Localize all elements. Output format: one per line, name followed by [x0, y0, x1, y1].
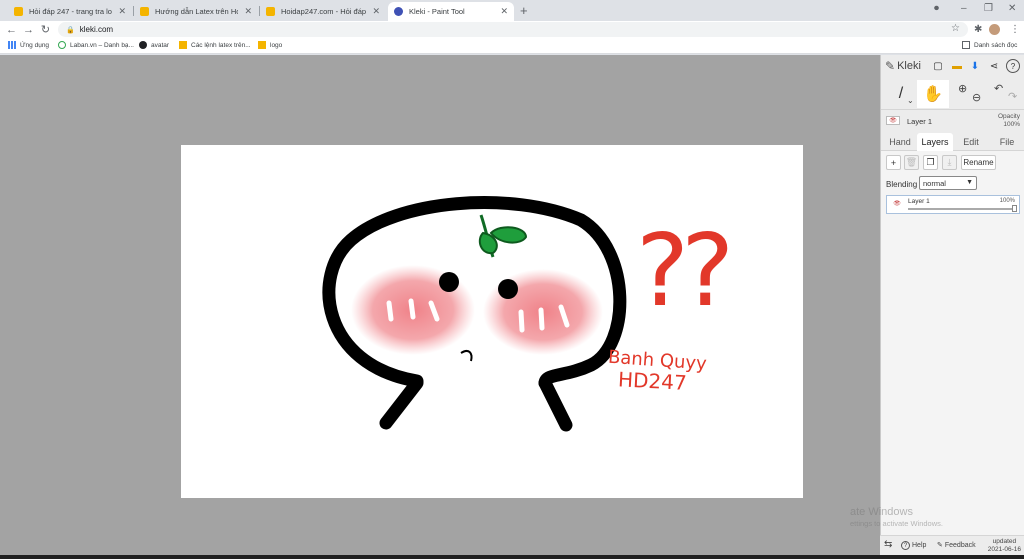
ball-icon — [139, 41, 147, 49]
tab-strip: Hỏi đáp 247 - trang tra loi ✕ Hướng dẫn … — [0, 0, 1024, 21]
url-text: kleki.com — [79, 25, 114, 34]
record-icon[interactable]: ⏺ — [934, 3, 939, 14]
help-icon[interactable]: ? — [1006, 59, 1020, 73]
bookmark-latex[interactable]: Các lệnh latex trên... — [179, 41, 251, 49]
leaf — [478, 214, 528, 258]
rename-button[interactable]: Rename — [961, 155, 996, 170]
panel-tabs: Hand Layers Edit File — [881, 130, 1024, 151]
close-icon[interactable]: ✕ — [118, 6, 126, 17]
tab-hand[interactable]: Hand — [885, 133, 915, 151]
right-eye — [498, 279, 518, 299]
reading-list[interactable]: Danh sách đọc — [962, 41, 1017, 49]
back-arrow-icon[interactable]: ← — [3, 24, 20, 36]
updated-info: updated 2021-06-16 — [987, 538, 1021, 553]
layer-visibility-eye-icon[interactable]: 👁 — [886, 116, 900, 125]
address-bar[interactable]: 🔒 kleki.com ☆ — [58, 22, 968, 37]
avatar — [989, 24, 1000, 35]
reading-list-icon — [962, 41, 970, 49]
browser-tab-1[interactable]: Hỏi đáp 247 - trang tra loi ✕ — [8, 2, 132, 21]
windows-activation-watermark: ate Windows ettings to activate Windows. — [850, 506, 943, 528]
maximize-icon[interactable]: ❐ — [984, 3, 993, 14]
question-marks: ?? — [636, 212, 728, 329]
profile-avatar[interactable] — [989, 21, 1000, 38]
layer-list-item[interactable]: 👁 Layer 1 100% — [886, 195, 1020, 214]
brush-dropdown-chevron-icon[interactable]: ⌄ — [907, 96, 914, 105]
layer-opacity-slider-handle[interactable] — [1012, 205, 1017, 212]
bookmarks-bar: Ứng dụng Laban.vn – Danh bạ... avatar Cá… — [0, 38, 1024, 54]
close-icon[interactable]: ✕ — [500, 6, 508, 17]
browser-tab-2[interactable]: Hướng dẫn Latex trên Hoidap24 ✕ — [134, 2, 258, 21]
more-menu-icon[interactable]: ⋮ — [1010, 21, 1020, 38]
tool-row: / ⌄ ✋ ⊕ ⊖ ↶ ↷ — [881, 78, 1024, 110]
opacity-readout: Opacity 100% — [997, 113, 1020, 128]
kleki-logo-icon: ✎ — [885, 59, 896, 73]
share-icon[interactable]: ⋖ — [987, 59, 1001, 73]
signature-line-2: HD247 — [618, 367, 688, 395]
layers-tab-content: + 🗑 ❐ ⤓ Rename Blending normal ▼ 👁 Layer… — [881, 151, 1024, 555]
hand-tool-icon[interactable]: ✋ — [917, 80, 949, 108]
bookmark-avatar[interactable]: avatar — [139, 41, 169, 49]
zoom-in-icon[interactable]: ⊕ — [958, 82, 967, 95]
bookmark-apps[interactable]: Ứng dụng — [8, 41, 49, 49]
drawing-strokes: ?? Banh Quyy HD247 — [322, 196, 736, 432]
close-icon[interactable]: ✕ — [244, 6, 252, 17]
help-link[interactable]: ? Help — [901, 541, 926, 550]
undo-icon[interactable]: ↶ — [994, 82, 1003, 95]
new-image-icon[interactable]: ▢ — [931, 59, 945, 73]
blending-label: Blending — [886, 180, 918, 189]
bookmark-star-icon[interactable]: ☆ — [951, 23, 960, 34]
left-leg — [379, 376, 424, 430]
duplicate-layer-icon[interactable]: ❐ — [923, 155, 938, 170]
reload-icon[interactable]: ↻ — [37, 23, 54, 36]
delete-layer-trash-icon[interactable]: 🗑 — [904, 155, 919, 170]
zoom-out-icon[interactable]: ⊖ — [972, 91, 981, 104]
tab-layers[interactable]: Layers — [917, 133, 953, 151]
hoidap-favicon-icon — [266, 7, 275, 16]
download-icon[interactable]: ⬇ — [968, 59, 982, 73]
feedback-link[interactable]: ✎ Feedback — [937, 541, 976, 550]
save-folder-icon[interactable]: ▬ — [950, 59, 964, 73]
pencil-icon: ✎ — [937, 542, 943, 549]
close-icon[interactable]: ✕ — [372, 6, 380, 17]
kleki-side-panel: ✎ Kleki ▢ ▬ ⬇ ⋖ ? / ⌄ ✋ ⊕ ⊖ ↶ ↷ 👁 Layer … — [880, 55, 1024, 555]
chevron-down-icon: ▼ — [966, 179, 973, 186]
drawing-canvas[interactable]: ?? Banh Quyy HD247 — [181, 145, 803, 498]
browser-tab-4-active[interactable]: Kleki - Paint Tool ✕ — [388, 2, 514, 21]
blending-select[interactable]: normal ▼ — [919, 176, 977, 190]
kleki-favicon-icon — [394, 7, 403, 16]
layer-visibility-eye-icon[interactable]: 👁 — [890, 200, 904, 209]
canvas-workspace[interactable]: ?? Banh Quyy HD247 — [0, 55, 880, 555]
bookmark-logo[interactable]: logo — [258, 41, 282, 49]
merge-layer-icon[interactable]: ⤓ — [942, 155, 957, 170]
extensions-puzzle-icon[interactable]: ✱ — [974, 21, 982, 38]
apps-grid-icon — [8, 41, 16, 49]
current-layer-header: 👁 Layer 1 Opacity 100% — [881, 112, 1024, 130]
bookmark-laban[interactable]: Laban.vn – Danh bạ... — [58, 41, 134, 49]
hoidap-favicon-icon — [14, 7, 23, 16]
tab-file[interactable]: File — [993, 133, 1021, 151]
left-eye — [439, 272, 459, 292]
right-leg — [538, 376, 573, 432]
redo-icon[interactable]: ↷ — [1008, 90, 1017, 103]
forward-arrow-icon[interactable]: → — [20, 24, 37, 36]
new-tab-button[interactable]: + — [520, 3, 528, 18]
panel-footer: ⇆ ? Help ✎ Feedback updated 2021-06-16 — [880, 535, 1024, 555]
taskbar-edge — [0, 555, 1024, 559]
layer-opacity-slider[interactable] — [908, 208, 1016, 210]
minimize-icon[interactable]: – — [961, 3, 967, 14]
hoidap-favicon-icon — [140, 7, 149, 16]
add-layer-button[interactable]: + — [886, 155, 901, 170]
hoidap-icon — [179, 41, 187, 49]
tab-edit[interactable]: Edit — [957, 133, 985, 151]
hoidap-icon — [258, 41, 266, 49]
help-circle-icon: ? — [901, 541, 910, 550]
browser-tab-3[interactable]: Hoidap247.com - Hỏi đáp bài tậ ✕ — [260, 2, 386, 21]
lock-icon: 🔒 — [66, 26, 75, 34]
mouth — [460, 350, 473, 362]
swap-sides-icon[interactable]: ⇆ — [884, 539, 892, 550]
laban-icon — [58, 41, 66, 49]
kleki-app: ?? Banh Quyy HD247 ✎ Kleki ▢ ▬ ⬇ ⋖ ? / ⌄… — [0, 55, 1024, 555]
window-close-icon[interactable]: ✕ — [1008, 3, 1016, 14]
